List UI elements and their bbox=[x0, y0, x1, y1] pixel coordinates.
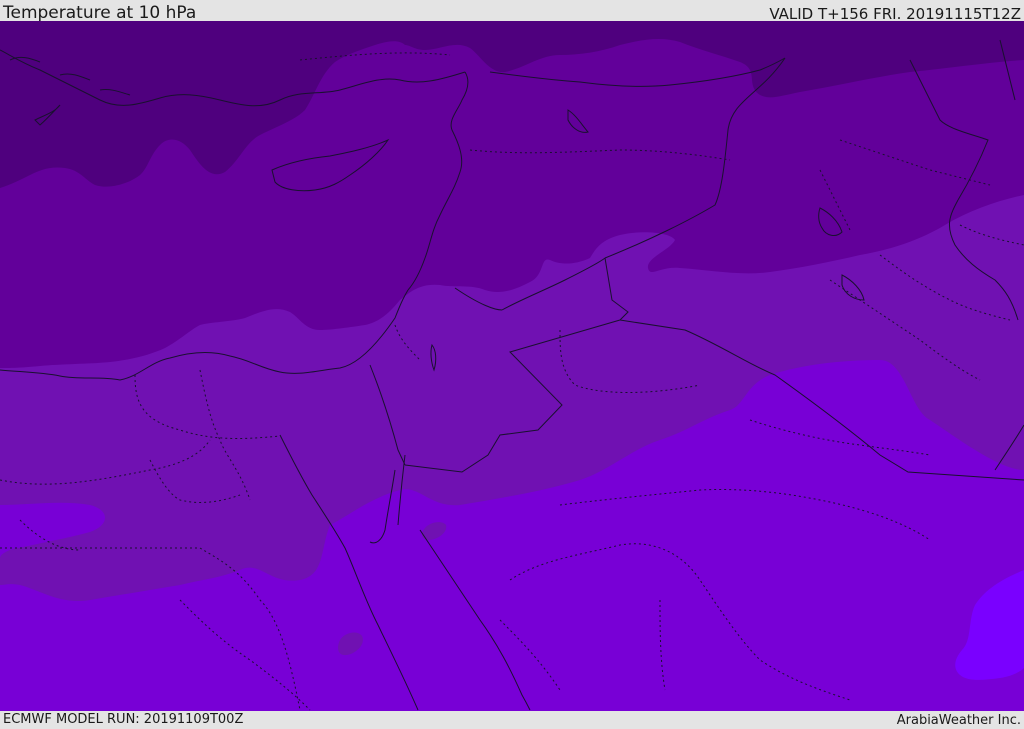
model-run-label: ECMWF MODEL RUN: 20191109T00Z bbox=[3, 712, 244, 727]
map-title: Temperature at 10 hPa bbox=[3, 3, 197, 23]
credit-label: ArabiaWeather Inc. bbox=[896, 713, 1021, 728]
map-header: Temperature at 10 hPa VALID T+156 FRI. 2… bbox=[0, 0, 1024, 23]
temperature-map bbox=[0, 21, 1024, 711]
map-footer: ECMWF MODEL RUN: 20191109T00Z ArabiaWeat… bbox=[0, 711, 1024, 729]
map-panel bbox=[0, 21, 1024, 711]
